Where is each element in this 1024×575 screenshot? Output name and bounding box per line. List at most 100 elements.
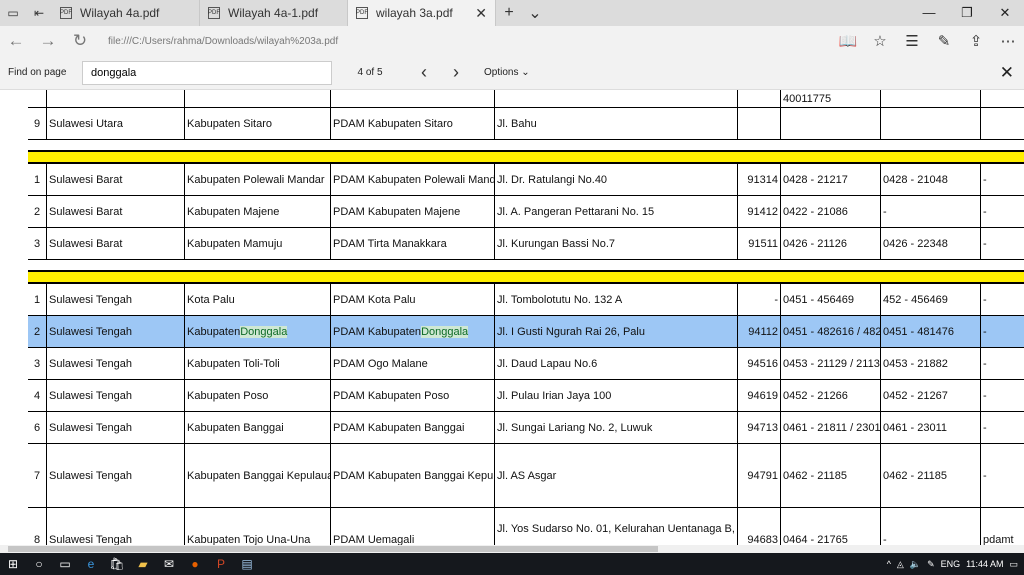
pdf-document-view[interactable]: 40011775 9 Sulawesi Utara Kabupaten Sitaro…	[0, 90, 1024, 545]
cell-text: Kabupaten Toli-Toli	[187, 357, 280, 370]
table-cell: Sulawesi Tengah	[47, 380, 185, 411]
find-input[interactable]	[82, 60, 332, 85]
table-cell: PDAM Kota Palu	[331, 284, 495, 315]
cell-text: PDAM Kabupaten Banggai	[333, 421, 465, 434]
table-cell: PDAM Uemagali	[331, 508, 495, 545]
tab-preview-icon[interactable]: ▭	[0, 0, 26, 26]
cell-text: 6	[33, 421, 41, 434]
tray-chevron-icon[interactable]: ^	[887, 559, 891, 569]
powerpoint-icon[interactable]: P	[208, 557, 234, 571]
cell-text: -	[983, 237, 987, 250]
mail-icon[interactable]: ✉	[156, 557, 182, 571]
pen-workspace-icon[interactable]: ✎	[927, 559, 935, 570]
forward-icon[interactable]: →	[32, 31, 64, 51]
table-cell: Jl. Daud Lapau No.6	[495, 348, 738, 379]
restore-button[interactable]: ❐	[948, 5, 986, 21]
cell-text: 0426 - 22348	[883, 237, 948, 250]
cell-text: 4	[33, 389, 41, 402]
cell-text: 0428 - 21217	[783, 173, 848, 186]
table-cell: Kabupaten Tojo Una-Una	[185, 508, 331, 545]
tab-3-active[interactable]: PDF wilayah 3a.pdf ✕	[348, 0, 496, 26]
store-icon[interactable]: 🛍	[104, 557, 130, 571]
url-field[interactable]: file:///C:/Users/rahma/Downloads/wilayah…	[108, 36, 808, 47]
pdf-icon: PDF	[208, 7, 220, 19]
cell-text: 94619	[747, 389, 778, 402]
close-tab-icon[interactable]: ✕	[475, 5, 487, 22]
language-indicator[interactable]: ENG	[941, 559, 961, 569]
cortana-search-icon[interactable]: ○	[26, 557, 52, 571]
cell-text: -	[983, 389, 987, 402]
scrollbar-thumb[interactable]	[8, 546, 658, 552]
cell-text: Jl. Sungai Lariang No. 2, Luwuk	[497, 421, 653, 434]
cell-text: Sulawesi Utara	[49, 117, 123, 130]
set-aside-tabs-icon[interactable]: ⇤	[26, 0, 52, 26]
tab-1[interactable]: PDF Wilayah 4a.pdf	[52, 0, 200, 26]
table-cell: 0453 - 21882	[881, 348, 981, 379]
back-icon[interactable]: ←	[0, 31, 32, 51]
previous-result-icon[interactable]: ‹	[408, 62, 440, 83]
table-cell: 40011775	[781, 90, 881, 107]
task-view-icon[interactable]: ▭	[52, 557, 78, 571]
cell-text: Kabupaten Mamuju	[187, 237, 283, 250]
cell-text: Kabupaten Majene	[187, 205, 280, 218]
tab-2[interactable]: PDF Wilayah 4a-1.pdf	[200, 0, 348, 26]
network-icon[interactable]: ◬	[897, 559, 904, 570]
cell-text: Jl. A. Pangeran Pettarani No. 15	[497, 205, 655, 218]
table-cell: Sulawesi Tengah	[47, 316, 185, 347]
find-count: 4 of 5	[357, 67, 383, 78]
action-center-icon[interactable]: ▭	[1009, 559, 1018, 570]
windows-start-icon[interactable]: ⊞	[0, 557, 26, 571]
tab-list-chevron-icon[interactable]: ⌄	[522, 3, 548, 23]
table-row: 2 Sulawesi Barat Kabupaten Majene PDAM Kabu…	[28, 196, 1024, 228]
volume-icon[interactable]: 🔈	[910, 559, 921, 570]
table-row: 1 Sulawesi Barat Kabupaten Polewali Mandar…	[28, 164, 1024, 196]
cell-text: Kabupaten	[187, 325, 241, 338]
horizontal-scrollbar[interactable]	[0, 545, 1024, 553]
table-row: 8 Sulawesi Tengah Kabupaten Tojo Una-Una PD…	[28, 508, 1024, 545]
share-icon[interactable]: ⇪	[960, 32, 992, 50]
next-result-icon[interactable]: ›	[440, 62, 472, 83]
table-cell: 0461 - 23011	[881, 412, 981, 443]
table-row: 40011775	[28, 90, 1024, 108]
clock[interactable]: 11:44 AM	[966, 559, 1003, 569]
table-cell: 0451 - 481476	[881, 316, 981, 347]
more-icon[interactable]: ⋯	[992, 32, 1024, 50]
cell-text: -	[983, 469, 987, 482]
table-cell: -	[981, 164, 1024, 195]
cell-text: PDAM Ogo Malane	[333, 357, 428, 370]
data-table: 40011775 9 Sulawesi Utara Kabupaten Sitaro…	[28, 90, 1024, 545]
notes-app-icon[interactable]: ▤	[234, 557, 260, 571]
table-cell: 0461 - 21811 / 23011	[781, 412, 881, 443]
table-cell: 1	[28, 284, 47, 315]
refresh-icon[interactable]: ↻	[64, 31, 96, 51]
close-window-button[interactable]: ✕	[986, 5, 1024, 21]
hub-icon[interactable]: ☰	[896, 32, 928, 50]
table-cell: PDAM Kabupaten Sitaro	[331, 108, 495, 139]
minimize-button[interactable]: —	[910, 5, 948, 21]
find-bar: Find on page 4 of 5 ‹ › Options ⌄ ✕	[0, 56, 1024, 90]
close-find-icon[interactable]: ✕	[1000, 63, 1014, 83]
cell-text: -	[983, 293, 987, 306]
table-row: 7 Sulawesi Tengah Kabupaten Banggai Kepula…	[28, 444, 1024, 508]
reading-view-icon[interactable]: 📖	[832, 32, 864, 50]
firefox-icon[interactable]: ●	[182, 557, 208, 571]
cell-text: 0461 - 23011	[883, 421, 948, 434]
table-cell: Jl. Kurungan Bassi No.7	[495, 228, 738, 259]
table-cell: -	[981, 228, 1024, 259]
favorite-star-icon[interactable]: ☆	[864, 32, 896, 50]
search-match-highlight: Donggala	[240, 325, 288, 338]
table-cell: Sulawesi Tengah	[47, 348, 185, 379]
new-tab-button[interactable]: +	[496, 4, 522, 22]
table-cell: -	[881, 508, 981, 545]
table-cell: Sulawesi Tengah	[47, 444, 185, 507]
table-cell: 0452 - 21266	[781, 380, 881, 411]
table-row: 1 Sulawesi Tengah Kota Palu PDAM Kota Palu J…	[28, 284, 1024, 316]
cell-text: 9	[33, 117, 41, 130]
cell-text: 94683	[747, 533, 778, 546]
table-cell: PDAM Kabupaten Banggai Kepulauan	[331, 444, 495, 507]
edge-icon[interactable]: e	[78, 557, 104, 571]
pen-icon[interactable]: ✎	[928, 32, 960, 50]
options-button[interactable]: Options ⌄	[484, 67, 530, 78]
file-explorer-icon[interactable]: ▰	[130, 557, 156, 571]
cell-text: -	[883, 533, 887, 546]
